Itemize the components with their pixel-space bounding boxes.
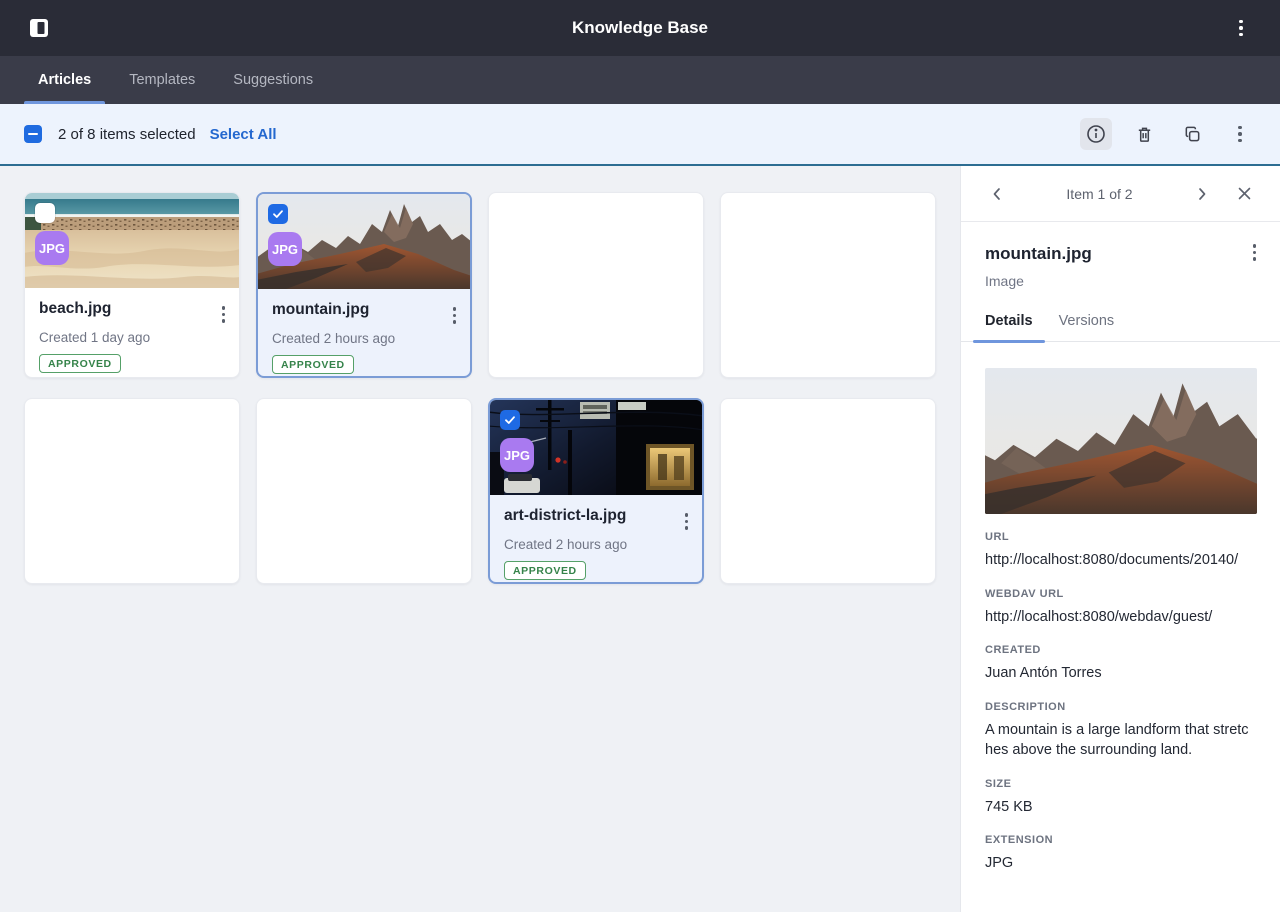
field-value: JPG <box>985 855 1014 872</box>
panel-tab-details[interactable]: Details <box>973 313 1045 343</box>
next-item-button[interactable] <box>1188 180 1216 208</box>
card-filename: beach.jpg <box>39 300 112 317</box>
field-value: A mountain is a large landform that stre… <box>985 721 1249 759</box>
file-type-badge: JPG <box>500 438 534 472</box>
field-webdav-url: WEBDAV URL http://localhost:8080/webdav/… <box>985 588 1256 628</box>
card-empty[interactable] <box>256 398 472 584</box>
card-thumbnail: JPG <box>258 194 470 289</box>
select-all-checkbox[interactable] <box>24 125 42 143</box>
details-panel: Item 1 of 2 mountain.jpg Image Details V… <box>960 166 1280 912</box>
card-menu-button[interactable] <box>451 305 459 326</box>
info-icon <box>1087 125 1105 143</box>
card-art-district[interactable]: JPG art-district-la.jpg Created 2 hours … <box>488 398 704 584</box>
field-label: DESCRIPTION <box>985 700 1066 713</box>
field-extension: EXTENSION JPG <box>985 834 1256 874</box>
field-size: SIZE 745 KB <box>985 778 1256 818</box>
card-mountain[interactable]: JPG mountain.jpg Created 2 hours ago APP… <box>256 192 472 378</box>
panel-item-title: mountain.jpg <box>985 244 1092 263</box>
delete-button[interactable] <box>1128 118 1160 150</box>
copy-button[interactable] <box>1176 118 1208 150</box>
card-empty[interactable] <box>488 192 704 378</box>
status-badge: APPROVED <box>39 353 121 373</box>
field-value: http://localhost:8080/webdav/guest/ <box>985 608 1213 625</box>
panel-item-type: Image <box>985 273 1024 289</box>
panel-details-body: URL http://localhost:8080/documents/2014… <box>961 342 1280 874</box>
field-label: CREATED <box>985 644 1041 657</box>
card-menu-button[interactable] <box>220 304 228 325</box>
app-header: Knowledge Base <box>0 0 1280 56</box>
info-button[interactable] <box>1080 118 1112 150</box>
close-panel-button[interactable] <box>1230 180 1258 208</box>
previous-item-button[interactable] <box>983 180 1011 208</box>
status-badge: APPROVED <box>272 354 354 374</box>
field-label: EXTENSION <box>985 834 1054 847</box>
card-empty[interactable] <box>720 192 936 378</box>
card-empty[interactable] <box>720 398 936 584</box>
field-value: http://localhost:8080/documents/20140/ <box>985 552 1239 568</box>
file-type-badge: JPG <box>268 232 302 266</box>
card-empty[interactable] <box>24 398 240 584</box>
toolbar-overflow-menu-button[interactable] <box>1224 118 1256 150</box>
status-badge: APPROVED <box>504 560 586 580</box>
kebab-icon <box>1238 125 1242 143</box>
check-icon <box>273 210 283 218</box>
panel-menu-button[interactable] <box>1252 244 1256 261</box>
card-thumbnail: JPG <box>25 193 239 288</box>
card-created-text: Created 2 hours ago <box>504 536 628 552</box>
field-label: URL <box>985 531 1010 543</box>
card-checkbox-checked[interactable] <box>500 410 520 430</box>
check-icon <box>505 416 515 424</box>
pager-text: Item 1 of 2 <box>1066 185 1133 202</box>
card-filename: mountain.jpg <box>272 301 370 318</box>
field-description: DESCRIPTION A mountain is a large landfo… <box>985 701 1256 761</box>
field-value: 745 KB <box>985 798 1033 815</box>
card-checkbox-checked[interactable] <box>268 204 288 224</box>
kebab-icon <box>1239 19 1243 37</box>
field-value: Juan Antón Torres <box>985 665 1102 682</box>
card-checkbox-unchecked[interactable] <box>35 203 55 223</box>
card-thumbnail: JPG <box>490 400 702 495</box>
panel-pager-bar: Item 1 of 2 <box>961 166 1280 222</box>
sidebar-toggle-icon <box>30 19 48 37</box>
card-filename: art-district-la.jpg <box>504 507 627 524</box>
selection-toolbar: 2 of 8 items selected Select All <box>0 104 1280 166</box>
chevron-right-icon <box>1199 187 1206 200</box>
selection-count-text: 2 of 8 items selected <box>58 125 196 143</box>
panel-tab-versions[interactable]: Versions <box>1059 313 1115 341</box>
main-tabbar: Articles Templates Suggestions <box>0 56 1280 104</box>
page-title: Knowledge Base <box>571 18 709 37</box>
tab-templates[interactable]: Templates <box>115 56 209 104</box>
close-icon <box>1238 187 1250 200</box>
card-created-text: Created 1 day ago <box>39 329 151 345</box>
tab-suggestions[interactable]: Suggestions <box>219 56 327 104</box>
field-label: SIZE <box>985 777 1012 790</box>
field-created: CREATED Juan Antón Torres <box>985 644 1256 684</box>
tab-articles[interactable]: Articles <box>24 56 106 104</box>
card-grid-area: JPG beach.jpg Created 1 day ago APPROVED <box>0 166 960 912</box>
sidebar-toggle-button[interactable] <box>22 11 56 45</box>
file-type-badge: JPG <box>35 231 69 265</box>
card-beach[interactable]: JPG beach.jpg Created 1 day ago APPROVED <box>24 192 240 378</box>
select-all-link[interactable]: Select All <box>210 126 277 143</box>
indeterminate-icon <box>28 133 38 135</box>
card-created-text: Created 2 hours ago <box>272 330 396 346</box>
trash-icon <box>1138 127 1150 142</box>
panel-tabbar: Details Versions <box>961 313 1280 343</box>
copy-icon <box>1185 126 1199 141</box>
field-label: WEBDAV URL <box>985 587 1064 600</box>
card-grid: JPG beach.jpg Created 1 day ago APPROVED <box>24 192 936 584</box>
mountain-photo <box>985 368 1257 514</box>
field-url: URL http://localhost:8080/documents/2014… <box>985 531 1256 571</box>
header-overflow-menu-button[interactable] <box>1224 11 1258 45</box>
card-menu-button[interactable] <box>683 511 691 532</box>
chevron-left-icon <box>993 187 1000 200</box>
item-preview-image <box>985 368 1257 514</box>
